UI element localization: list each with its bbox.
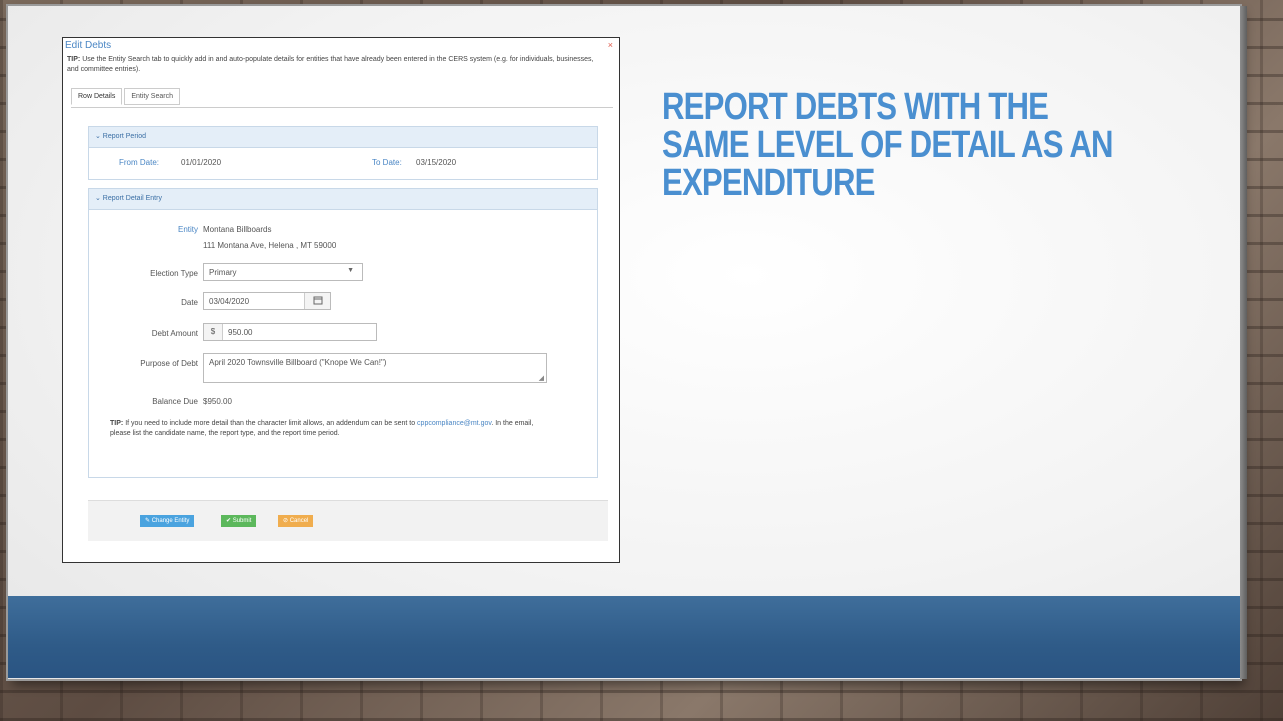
submit-button[interactable]: ✔ Submit: [221, 515, 257, 527]
edit-debts-screenshot: Edit Debts × TIP: Use the Entity Search …: [62, 37, 620, 563]
close-icon[interactable]: ×: [608, 40, 613, 50]
from-date-value: 01/01/2020: [181, 158, 222, 167]
slide-headline: REPORT DEBTS WITH THE SAME LEVEL OF DETA…: [662, 86, 1114, 204]
tip-text: Use the Entity Search tab to quickly add…: [67, 56, 594, 73]
tab-entity-search[interactable]: Entity Search: [124, 88, 180, 105]
election-type-value: Primary: [209, 268, 237, 277]
to-date-value: 03/15/2020: [416, 158, 457, 167]
modal-title: Edit Debts: [65, 40, 112, 51]
from-date-label: From Date:: [119, 158, 160, 167]
resize-handle-icon[interactable]: ◢: [539, 374, 544, 382]
tip-top: TIP: Use the Entity Search tab to quickl…: [67, 55, 607, 75]
balance-due-value: $950.00: [203, 397, 232, 406]
tip2-label: TIP:: [110, 420, 124, 427]
modal-footer: ✎ Change Entity ✔ Submit ⊘ Cancel: [88, 500, 608, 541]
calendar-icon[interactable]: [304, 293, 330, 309]
election-type-select[interactable]: Primary ▼: [203, 263, 363, 281]
caret-down-icon: ▼: [347, 267, 354, 274]
debt-amount-label: Debt Amount: [151, 329, 198, 338]
entity-label: Entity: [177, 225, 198, 234]
report-period-heading[interactable]: ⌄ Report Period: [89, 127, 597, 148]
purpose-textarea[interactable]: April 2020 Townsville Billboard ("Knope …: [203, 353, 547, 383]
currency-addon: $: [204, 324, 223, 340]
submit-label: Submit: [232, 518, 252, 524]
blue-footer-bar: [8, 596, 1240, 678]
slide-edge: [1240, 6, 1247, 679]
tab-row-details[interactable]: Row Details: [71, 88, 123, 105]
compliance-email-link[interactable]: cppcompliance@mt.gov: [417, 420, 491, 427]
tab-divider: [71, 107, 613, 108]
purpose-value: April 2020 Townsville Billboard ("Knope …: [209, 358, 387, 367]
edit-icon: ✎: [145, 518, 151, 524]
date-input[interactable]: 03/04/2020: [203, 292, 331, 310]
to-date-label: To Date:: [372, 158, 402, 167]
entity-address: 111 Montana Ave, Helena , MT 59000: [203, 241, 337, 250]
report-period-panel: ⌄ Report Period From Date: 01/01/2020 To…: [88, 126, 598, 180]
tab-bar: Row Details Entity Search: [71, 88, 182, 108]
check-icon: ✔: [226, 518, 232, 524]
tip2-text-a: If you need to include more detail than …: [125, 420, 416, 427]
debt-amount-input[interactable]: $ 950.00: [203, 323, 377, 341]
report-detail-heading[interactable]: ⌄ Report Detail Entry: [89, 189, 597, 210]
purpose-label: Purpose of Debt: [140, 359, 198, 368]
change-entity-label: Change Entity: [151, 518, 190, 524]
election-type-label: Election Type: [150, 269, 198, 278]
debt-amount-value: 950.00: [228, 328, 253, 337]
cancel-button[interactable]: ⊘ Cancel: [278, 515, 314, 527]
cancel-label: Cancel: [289, 518, 309, 524]
tip-bottom: TIP: If you need to include more detail …: [110, 419, 540, 439]
date-label: Date: [181, 298, 198, 307]
balance-due-label: Balance Due: [152, 397, 198, 406]
ban-icon: ⊘: [283, 518, 289, 524]
entity-name: Montana Billboards: [203, 225, 272, 234]
date-value: 03/04/2020: [209, 297, 250, 306]
change-entity-button[interactable]: ✎ Change Entity: [140, 515, 195, 527]
tip-label: TIP:: [67, 56, 81, 63]
